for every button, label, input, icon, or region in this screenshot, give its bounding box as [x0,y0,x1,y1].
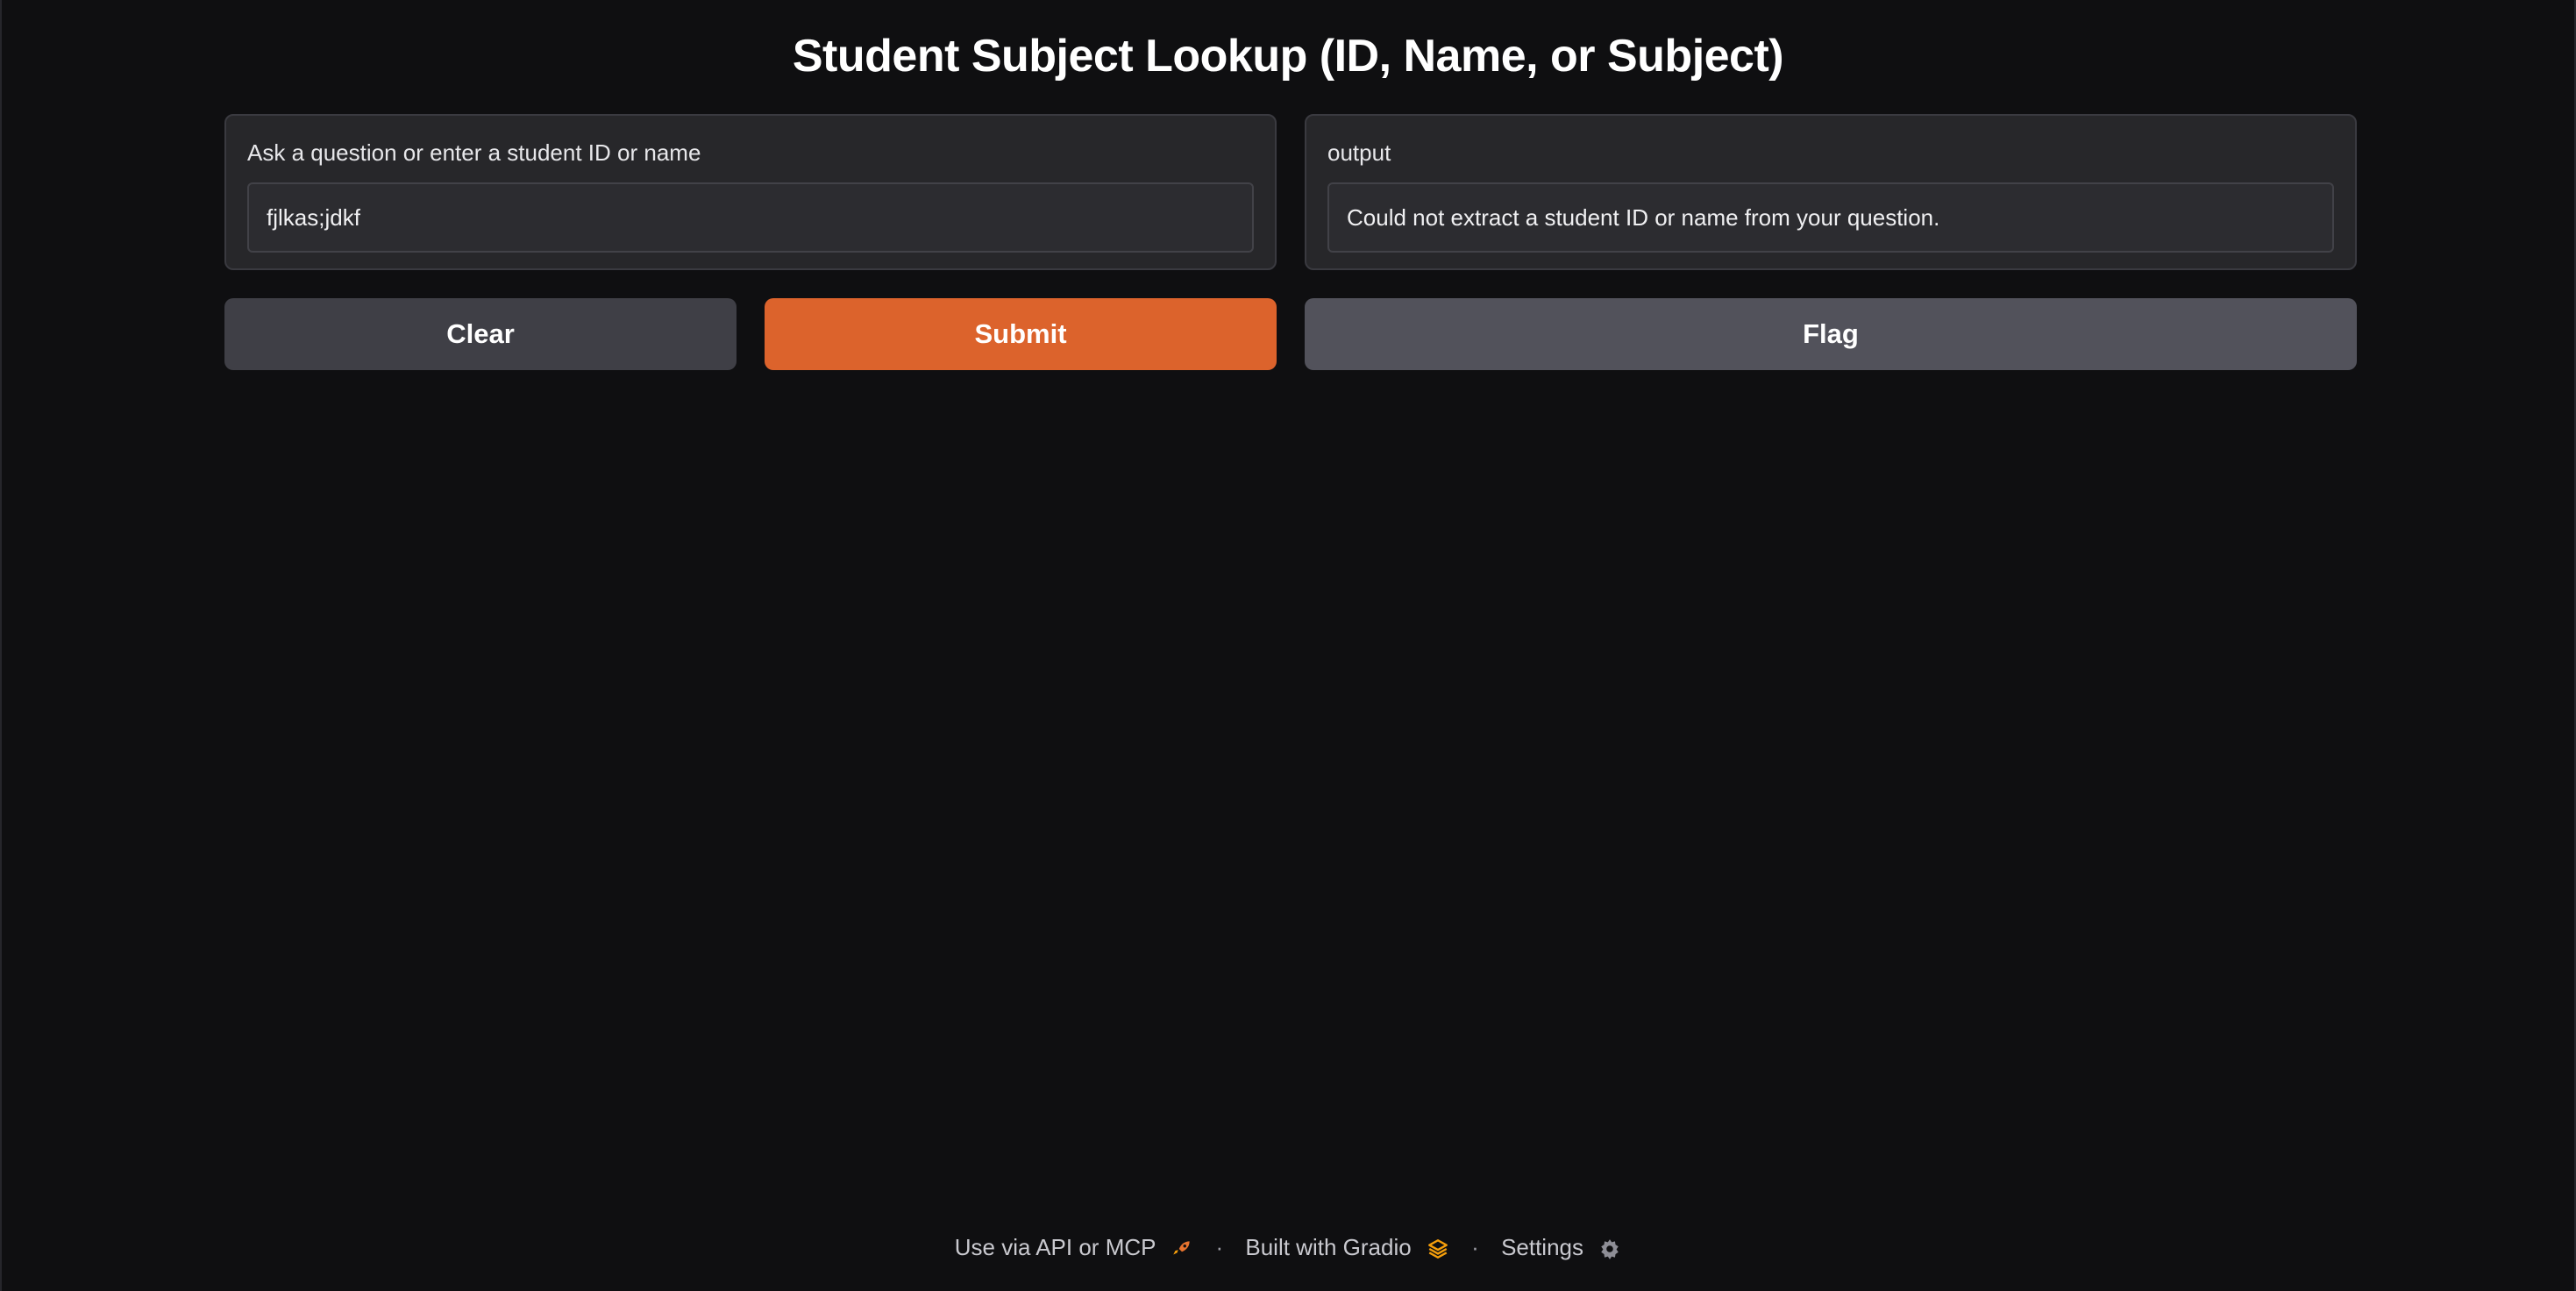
question-input[interactable] [247,182,1254,253]
output-panel: output Could not extract a student ID or… [1305,114,2357,270]
gradio-link[interactable]: Built with Gradio [1245,1234,1455,1260]
submit-button[interactable]: Submit [765,298,1277,370]
footer: Use via API or MCP · Built with Gradio ·… [2,1230,2574,1265]
footer-separator: · [1471,1234,1479,1260]
settings-link[interactable]: Settings [1501,1234,1621,1260]
flag-button[interactable]: Flag [1305,298,2357,370]
api-link-label: Use via API or MCP [954,1234,1156,1260]
rocket-icon [1173,1241,1190,1255]
settings-link-label: Settings [1501,1234,1584,1260]
page-title: Student Subject Lookup (ID, Name, or Sub… [792,31,1784,82]
input-panel: Ask a question or enter a student ID or … [224,114,1277,270]
app-window: Student Subject Lookup (ID, Name, or Sub… [0,0,2576,1291]
footer-separator: · [1215,1234,1224,1260]
output-label: output [1327,139,1391,166]
api-link[interactable]: Use via API or MCP [955,1234,1200,1260]
gradio-logo-icon [1427,1239,1448,1259]
clear-button[interactable]: Clear [224,298,737,370]
gradio-link-label: Built with Gradio [1245,1234,1412,1260]
gear-icon [1601,1239,1619,1260]
input-label: Ask a question or enter a student ID or … [247,139,701,166]
output-textbox[interactable]: Could not extract a student ID or name f… [1327,182,2334,253]
